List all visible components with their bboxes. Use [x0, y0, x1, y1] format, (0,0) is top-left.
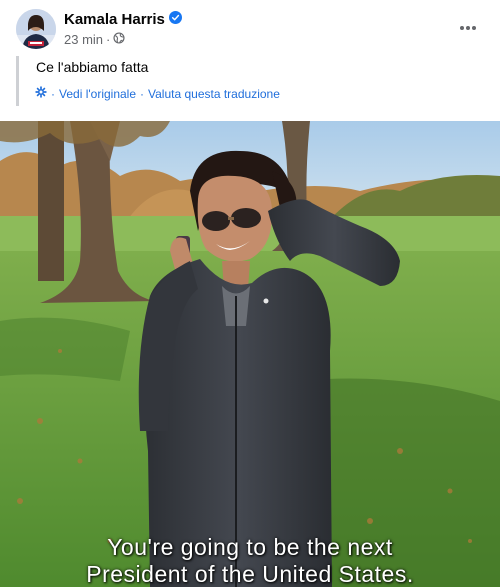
translate-separator: ·	[51, 86, 55, 101]
translate-separator-2: ·	[140, 86, 145, 101]
globe-icon[interactable]	[113, 32, 125, 47]
author-name-text[interactable]: Kamala Harris	[64, 11, 165, 28]
more-options-icon	[460, 26, 476, 30]
verified-badge-icon	[168, 11, 182, 28]
video-subtitle-line-2: President of the United States.	[86, 561, 414, 587]
video-subtitle-line-1: You're going to be the next	[107, 534, 393, 560]
video-frame	[0, 121, 500, 587]
see-original-link[interactable]: Vedi l'originale	[59, 87, 136, 101]
post-text-block: Ce l'abbiamo fatta · Vedi l'originale · …	[16, 56, 489, 106]
meta-separator: ·	[106, 32, 111, 47]
post-timestamp[interactable]: 23 min	[64, 32, 103, 47]
avatar[interactable]	[16, 9, 56, 49]
more-options-button[interactable]	[454, 14, 482, 42]
translation-row: · Vedi l'originale · Valuta questa tradu…	[35, 86, 280, 101]
post-meta: 23 min ·	[64, 32, 125, 47]
author-name[interactable]: Kamala Harris	[64, 11, 182, 28]
post-header: Kamala Harris 23 min ·	[0, 0, 500, 56]
gear-icon[interactable]	[35, 86, 47, 101]
rate-translation-link[interactable]: Valuta questa traduzione	[148, 87, 280, 101]
post-caption: Ce l'abbiamo fatta	[36, 59, 149, 75]
video-player[interactable]: You're going to be the next President of…	[0, 121, 500, 587]
